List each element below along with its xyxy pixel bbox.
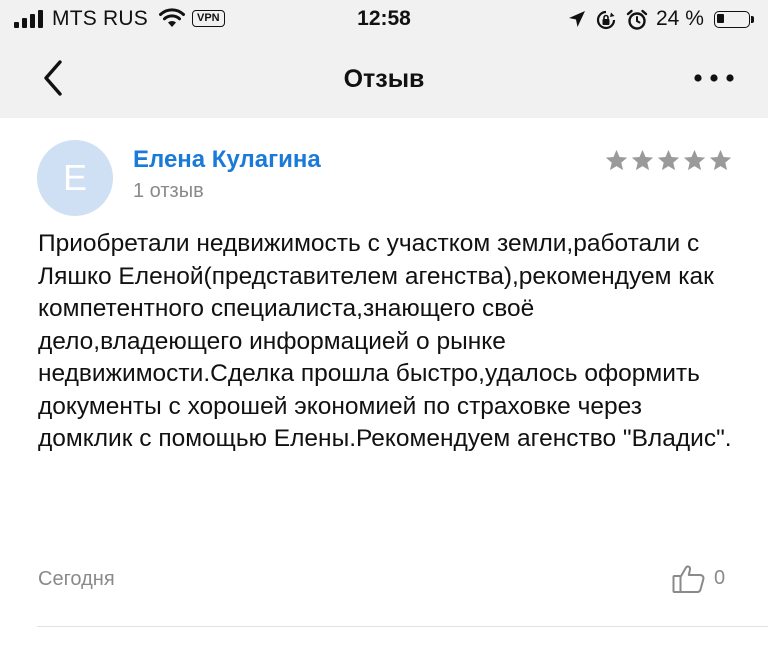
signal-icon — [14, 10, 43, 28]
battery-tip — [751, 16, 754, 23]
avatar[interactable]: Е — [37, 140, 113, 216]
like-button[interactable]: 0 — [672, 562, 736, 596]
location-arrow-icon — [569, 11, 585, 27]
wifi-icon — [159, 8, 185, 27]
star-icon — [605, 149, 628, 171]
more-dots-icon — [694, 74, 734, 82]
vpn-badge: VPN — [192, 10, 225, 27]
star-icon — [709, 149, 732, 171]
navigation-bar: Отзыв — [0, 40, 768, 118]
battery-icon — [714, 11, 750, 28]
status-time: 12:58 — [357, 7, 411, 30]
divider — [37, 626, 768, 627]
battery-percent: 24 % — [656, 7, 704, 30]
carrier-name: MTS RUS — [52, 7, 148, 30]
rotation-lock-icon — [596, 10, 616, 30]
more-options-button[interactable] — [688, 58, 740, 98]
author-name[interactable]: Елена Кулагина — [133, 146, 321, 174]
page-title: Отзыв — [343, 65, 425, 93]
review-text: Приобретали недвижимость с участком земл… — [38, 230, 732, 452]
thumbs-up-icon — [672, 565, 705, 593]
rating-stars — [604, 148, 733, 173]
star-icon — [683, 149, 706, 171]
alarm-icon — [626, 9, 648, 30]
back-chevron-icon — [44, 60, 62, 96]
review-date: Сегодня — [38, 568, 115, 590]
status-bar: MTS RUS VPN 12:58 24 % — [0, 0, 768, 40]
like-count: 0 — [714, 567, 726, 589]
back-button[interactable] — [30, 56, 74, 100]
battery-level-fill — [717, 14, 724, 23]
author-review-count: 1 отзыв — [133, 180, 204, 202]
star-icon — [657, 149, 680, 171]
star-icon — [631, 149, 654, 171]
